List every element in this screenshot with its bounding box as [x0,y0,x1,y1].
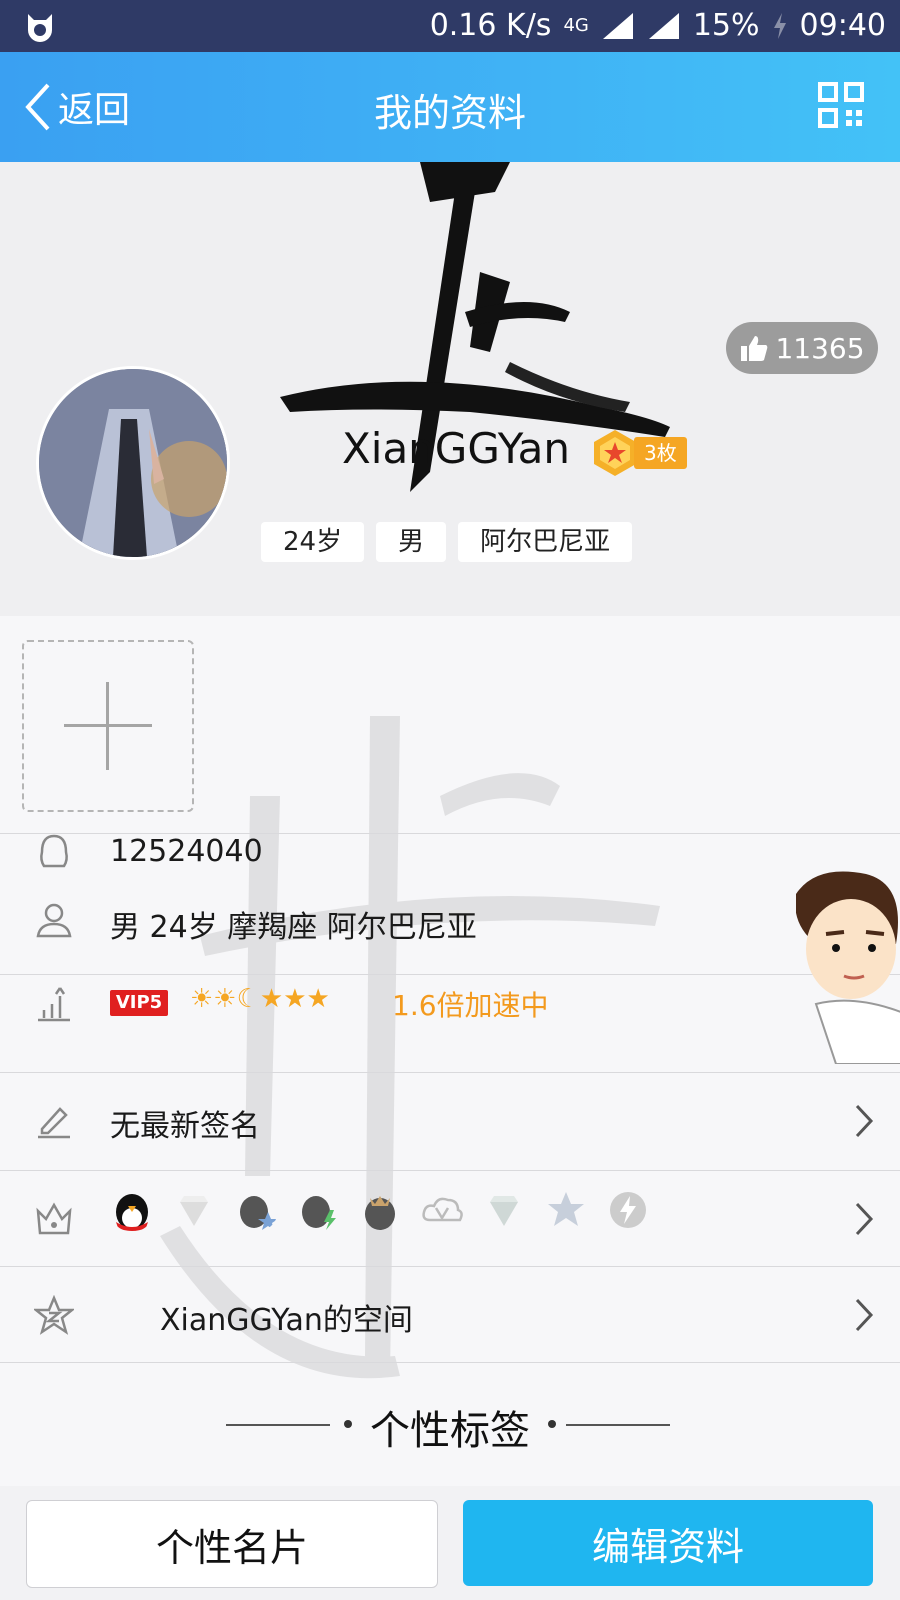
person-icon [36,903,72,938]
speed-status: 1.6倍加速中 [392,989,549,1022]
profile-details: 男 24岁 摩羯座 阿尔巴尼亚 [110,910,477,945]
network-speed: 0.16 K/s [429,8,552,43]
qzone-star-icon [34,1295,74,1335]
chevron-right-icon [855,1202,874,1236]
charging-icon [773,13,786,39]
add-photo-button[interactable] [22,640,194,812]
signature-row[interactable]: 无最新签名 [0,1073,900,1170]
medal-count: 3枚 [634,437,687,469]
penguin-crown-icon [365,1196,395,1230]
qq-penguin-icon [116,1194,148,1231]
avatar[interactable] [36,366,230,560]
penguin-icon [40,834,68,868]
tag-location: 阿尔巴尼亚 [458,522,633,562]
level-chart-icon [38,987,70,1022]
status-bar: 0.16 K/s 4G 15% 09:40 [0,0,900,52]
clock: 09:40 [799,8,886,43]
divider [0,974,900,975]
qr-code-icon[interactable] [818,82,864,128]
chevron-right-icon [855,1104,874,1138]
profile-card-button[interactable]: 个性名片 [26,1500,438,1588]
cloud-v-icon [422,1197,463,1222]
penguin-star-icon [240,1196,278,1230]
medal-icon [594,430,636,476]
app-notification-icon [28,14,52,42]
thumbs-up-icon [741,336,768,361]
level-icons: ☀☀☾★★★ [190,984,330,1014]
diamond-icon [180,1196,208,1226]
network-type: 4G [563,15,589,36]
like-count: 11365 [775,331,865,365]
lightning-circle-icon [610,1192,646,1228]
pencil-icon [38,1107,70,1139]
chevron-right-icon [855,1298,874,1332]
signal-icon [602,13,633,39]
cartoon-mascot[interactable] [796,864,900,1064]
username: XianGGYan [342,424,571,473]
edit-profile-button[interactable]: 编辑资料 [463,1500,873,1586]
medal-badge[interactable]: 3枚 [590,428,687,478]
diamond-lv3-icon [490,1196,518,1226]
service-badges [110,1188,650,1232]
signal-icon-2 [648,13,679,39]
section-dot-right [548,1420,556,1428]
section-title: 个性标签 [370,1408,530,1454]
title-bar: 返回 我的资料 [0,52,900,162]
star-icon [548,1192,584,1226]
bottom-bar: 个性名片 编辑资料 [0,1486,900,1600]
profile-info: 12524040 男 24岁 摩羯座 阿尔巴尼亚 VIP5 ☀☀☾★★★ 1.6… [0,616,900,1486]
qq-number: 12524040 [110,834,263,869]
page-title: 我的资料 [373,91,526,135]
profile-header: 11365 XianGGYan 3枚 24岁 男 阿尔巴尼亚 [0,162,900,616]
battery-percent: 15% [692,8,760,43]
qzone-row[interactable]: XianGGYan的空间 [0,1267,900,1364]
penguin-lightning-icon [302,1196,336,1230]
crown-icon [36,1202,72,1235]
tag-age: 24岁 [261,522,365,562]
section-line-right [566,1424,670,1426]
vip-badge: VIP5 [110,990,168,1016]
tag-gender: 男 [376,522,447,562]
qzone-label: XianGGYan的空间 [160,1303,413,1338]
divider [0,1362,900,1363]
profile-tags: 24岁 男 阿尔巴尼亚 [261,522,633,562]
signature-text: 无最新签名 [110,1109,260,1144]
avatar-photo [39,369,227,557]
like-button[interactable]: 11365 [726,322,878,374]
